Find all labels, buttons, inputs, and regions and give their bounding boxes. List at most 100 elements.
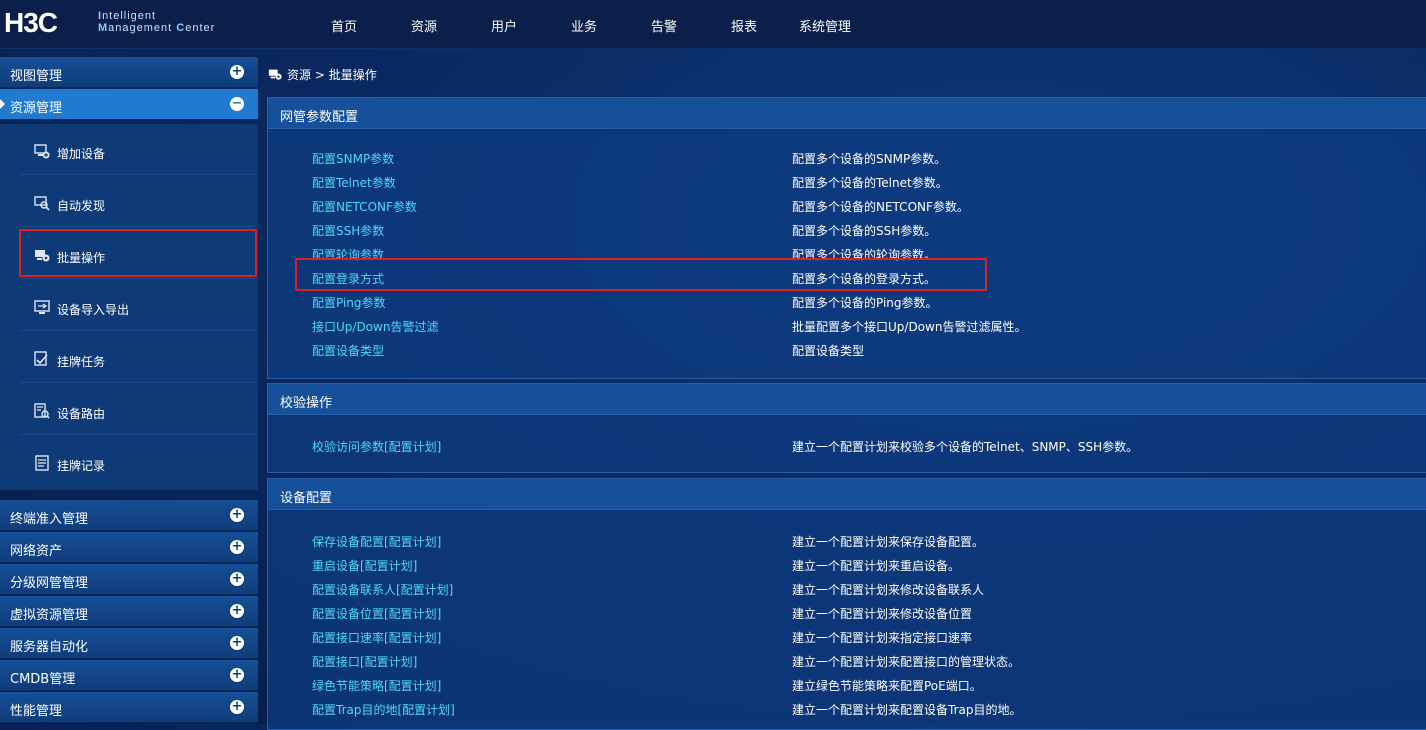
link-interface-updown-filter[interactable]: 接口Up/Down告警过滤 xyxy=(312,318,438,335)
link-verify-access-params[interactable]: 校验访问参数[配置计划] xyxy=(312,438,441,455)
table-row: 保存设备配置[配置计划] 建立一个配置计划来保存设备配置。 xyxy=(268,528,1426,552)
sidebar-item-tag-task[interactable]: 挂牌任务 xyxy=(20,336,256,383)
expand-icon[interactable]: + xyxy=(230,636,244,650)
link-config-interface[interactable]: 配置接口[配置计划] xyxy=(312,653,417,670)
table-row: 配置接口[配置计划] 建立一个配置计划来配置接口的管理状态。 xyxy=(268,648,1426,672)
breadcrumb-root[interactable]: 资源 xyxy=(287,68,311,82)
panel-title: 设备配置 xyxy=(280,491,333,506)
row-description: 批量配置多个接口Up/Down告警过滤属性。 xyxy=(792,320,1027,334)
sidebar-item-device-route[interactable]: 设备路由 xyxy=(20,388,256,435)
sidebar-item-auto-discover[interactable]: 自动发现 xyxy=(20,180,256,227)
sidebar-item-import-export[interactable]: 设备导入导出 xyxy=(20,284,256,331)
sidebar-item-add-device[interactable]: 增加设备 xyxy=(20,128,256,175)
table-row: 绿色节能策略[配置计划] 建立绿色节能策略来配置PoE端口。 xyxy=(268,672,1426,696)
sidebar-group-server-automation[interactable]: 服务器自动化 + xyxy=(0,628,258,659)
link-config-ping[interactable]: 配置Ping参数 xyxy=(312,294,386,311)
link-reboot-device[interactable]: 重启设备[配置计划] xyxy=(312,557,417,574)
link-config-ssh[interactable]: 配置SSH参数 xyxy=(312,222,384,239)
sidebar-item-label: 设备导入导出 xyxy=(57,303,130,317)
highlight-box-login-method xyxy=(295,258,987,291)
table-row: 配置Trap目的地[配置计划] 建立一个配置计划来配置设备Trap目的地。 xyxy=(268,696,1426,720)
table-row: 接口Up/Down告警过滤 批量配置多个接口Up/Down告警过滤属性。 xyxy=(268,313,1426,337)
nav-alarm[interactable]: 告警 xyxy=(651,16,677,35)
row-description: 配置多个设备的Telnet参数。 xyxy=(792,176,948,190)
expand-icon[interactable]: + xyxy=(230,65,244,79)
link-config-snmp[interactable]: 配置SNMP参数 xyxy=(312,150,394,167)
nav-resource[interactable]: 资源 xyxy=(411,16,437,35)
sidebar-group-label: 性能管理 xyxy=(10,704,63,719)
sidebar-group-label: 分级网管管理 xyxy=(10,576,89,591)
row-description: 建立一个配置计划来配置设备Trap目的地。 xyxy=(792,703,1022,717)
tag-task-icon xyxy=(34,351,48,366)
link-save-config[interactable]: 保存设备配置[配置计划] xyxy=(312,533,441,550)
sidebar-item-tag-record[interactable]: 挂牌记录 xyxy=(20,440,256,486)
row-description: 建立一个配置计划来指定接口速率 xyxy=(792,631,973,645)
table-row: 重启设备[配置计划] 建立一个配置计划来重启设备。 xyxy=(268,552,1426,576)
nav-system[interactable]: 系统管理 xyxy=(799,16,851,35)
expand-icon[interactable]: + xyxy=(230,508,244,522)
import-export-icon xyxy=(34,300,50,314)
link-config-trap-destination[interactable]: 配置Trap目的地[配置计划] xyxy=(312,701,455,718)
expand-icon[interactable]: + xyxy=(230,540,244,554)
sidebar-group-hierarchical-nms[interactable]: 分级网管管理 + xyxy=(0,564,258,595)
row-description: 配置设备类型 xyxy=(792,344,865,358)
sidebar-item-label: 挂牌任务 xyxy=(57,355,106,369)
sidebar-item-label: 挂牌记录 xyxy=(57,459,106,473)
nav-home[interactable]: 首页 xyxy=(331,16,357,35)
sidebar-group-network-assets[interactable]: 网络资产 + xyxy=(0,532,258,563)
table-row: 配置设备位置[配置计划] 建立一个配置计划来修改设备位置 xyxy=(268,600,1426,624)
brand-logo: H3C xyxy=(4,7,58,38)
row-description: 建立一个配置计划来修改设备位置 xyxy=(792,607,973,621)
link-config-telnet[interactable]: 配置Telnet参数 xyxy=(312,174,396,191)
row-description: 建立一个配置计划来修改设备联系人 xyxy=(792,583,985,597)
sidebar-group-cmdb[interactable]: CMDB管理 + xyxy=(0,660,258,691)
nav-user[interactable]: 用户 xyxy=(491,16,517,35)
expand-icon[interactable]: + xyxy=(230,572,244,586)
sidebar-group-label: 视图管理 xyxy=(10,69,63,84)
table-row: 配置SNMP参数 配置多个设备的SNMP参数。 xyxy=(268,145,1426,169)
table-row: 配置NETCONF参数 配置多个设备的NETCONF参数。 xyxy=(268,193,1426,217)
link-green-energy-policy[interactable]: 绿色节能策略[配置计划] xyxy=(312,677,441,694)
panel-header: 设备配置 xyxy=(268,479,1426,510)
sidebar-group-label: 资源管理 xyxy=(10,101,63,116)
resource-icon xyxy=(268,69,282,80)
sidebar-group-label: 虚拟资源管理 xyxy=(10,608,89,623)
panel-header: 校验操作 xyxy=(268,384,1426,415)
link-config-contact[interactable]: 配置设备联系人[配置计划] xyxy=(312,581,453,598)
table-row: 校验访问参数[配置计划] 建立一个配置计划来校验多个设备的Telnet、SNMP、… xyxy=(268,433,1426,457)
product-tagline: Intelligent Management Center xyxy=(98,10,216,34)
panel-verify: 校验操作 校验访问参数[配置计划] 建立一个配置计划来校验多个设备的Telnet、… xyxy=(267,383,1426,473)
auto-discover-icon xyxy=(34,196,50,211)
sidebar-group-label: 网络资产 xyxy=(10,544,63,559)
highlight-box-batch-operation xyxy=(19,229,257,277)
table-row: 配置Telnet参数 配置多个设备的Telnet参数。 xyxy=(268,169,1426,193)
expand-icon[interactable]: + xyxy=(230,668,244,682)
nav-service[interactable]: 业务 xyxy=(571,16,597,35)
expand-icon[interactable]: + xyxy=(230,604,244,618)
add-device-icon xyxy=(34,144,50,159)
panel-header: 网管参数配置 xyxy=(268,98,1426,129)
expand-icon[interactable]: + xyxy=(230,700,244,714)
breadcrumb-separator: > xyxy=(314,68,325,82)
link-config-interface-speed[interactable]: 配置接口速率[配置计划] xyxy=(312,629,441,646)
top-bar: H3C Intelligent Management Center 首页 资源 … xyxy=(0,0,1426,49)
row-description: 配置多个设备的NETCONF参数。 xyxy=(792,200,969,214)
sidebar-group-virtual-resources[interactable]: 虚拟资源管理 + xyxy=(0,596,258,627)
link-config-device-type[interactable]: 配置设备类型 xyxy=(312,342,384,359)
nav-report[interactable]: 报表 xyxy=(731,16,757,35)
link-config-netconf[interactable]: 配置NETCONF参数 xyxy=(312,198,417,215)
collapse-icon[interactable]: − xyxy=(230,97,244,111)
table-row: 配置设备类型 配置设备类型 xyxy=(268,337,1426,361)
sidebar-group-label: 服务器自动化 xyxy=(10,640,89,655)
table-row: 配置Ping参数 配置多个设备的Ping参数。 xyxy=(268,289,1426,313)
sidebar-group-terminal-access[interactable]: 终端准入管理 + xyxy=(0,500,258,531)
sidebar-group-performance[interactable]: 性能管理 + xyxy=(0,692,258,723)
row-description: 建立绿色节能策略来配置PoE端口。 xyxy=(792,679,982,693)
link-config-location[interactable]: 配置设备位置[配置计划] xyxy=(312,605,441,622)
panel-title: 网管参数配置 xyxy=(280,110,359,125)
device-route-icon xyxy=(34,403,50,419)
sidebar-group-view[interactable]: 视图管理 + xyxy=(0,57,258,88)
sidebar-group-resource[interactable]: 资源管理 − xyxy=(0,89,258,120)
sidebar-item-label: 自动发现 xyxy=(57,199,106,213)
logo[interactable]: H3C Intelligent Management Center xyxy=(4,8,234,42)
